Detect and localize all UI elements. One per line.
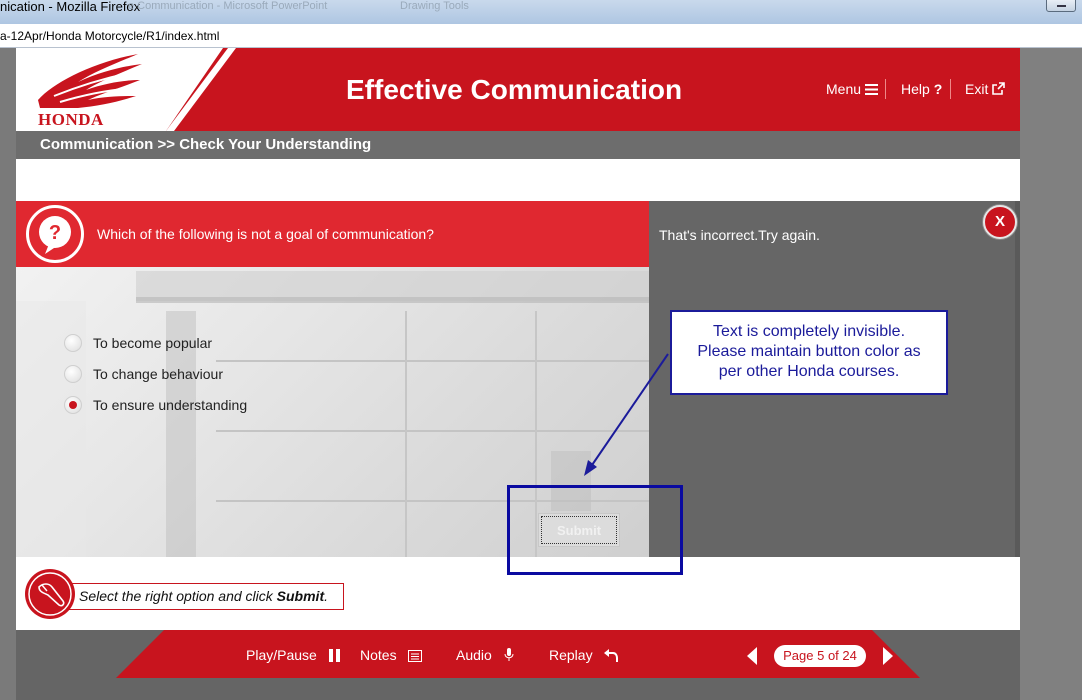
hamburger-icon (864, 84, 878, 95)
instruction-suffix: . (324, 588, 329, 604)
replay-label: Replay (549, 647, 593, 663)
notes-button[interactable]: Notes (360, 647, 423, 663)
logo-panel: HONDA (16, 48, 223, 131)
course-title: Effective Communication (346, 74, 683, 105)
minimize-button[interactable] (1046, 0, 1076, 12)
previous-page-icon[interactable] (747, 647, 757, 665)
pause-icon (328, 649, 340, 662)
breadcrumb-bar: Communication >> Check Your Understandin… (16, 131, 1020, 159)
option-radio[interactable] (64, 365, 82, 383)
help-label: Help (901, 81, 930, 97)
notes-label: Notes (360, 647, 397, 663)
question-text: Which of the following is not a goal of … (97, 226, 434, 242)
review-highlight-box (507, 485, 683, 575)
option-label: To become popular (93, 335, 213, 351)
background-tab-title: e Communication - Microsoft PowerPoint (128, 0, 328, 12)
next-page-icon[interactable] (883, 647, 893, 665)
help-button[interactable]: Help ? (901, 81, 942, 97)
close-feedback-button[interactable]: X (983, 205, 1017, 239)
breadcrumb: Communication >> Check Your Understandin… (40, 136, 372, 153)
audio-label: Audio (456, 647, 492, 663)
play-pause-label: Play/Pause (246, 647, 317, 663)
external-link-icon (992, 82, 1006, 95)
option-label: To ensure understanding (93, 397, 248, 413)
instruction-bold: Submit (276, 588, 325, 604)
option-label: To change behaviour (93, 366, 223, 382)
callout-line: per other Honda courses. (718, 363, 900, 380)
content-spacer (16, 159, 1020, 201)
replay-button[interactable]: Replay (549, 647, 619, 663)
question-header: ? Which of the following is not a goal o… (16, 201, 649, 267)
option-radio-selected[interactable] (64, 396, 82, 414)
address-bar[interactable]: a-12Apr/Honda Motorcycle/R1/index.html (0, 24, 1082, 48)
callout-line: Please maintain button color as (697, 343, 921, 360)
question-mark-icon: ? (933, 81, 943, 97)
mouse-click-icon (25, 569, 75, 619)
review-callout: Text is completely invisible. Please mai… (670, 310, 948, 395)
page-indicator: Page 5 of 24 (774, 645, 866, 667)
background-tab-title: Drawing Tools (400, 0, 469, 12)
feedback-text: That's incorrect.Try again. (659, 227, 820, 243)
exit-button[interactable]: Exit (965, 81, 1006, 97)
honda-logo-text: HONDA (38, 110, 104, 129)
question-bubble-icon: ? (26, 205, 84, 263)
menu-button[interactable]: Menu (826, 81, 878, 97)
page-gutter (1020, 48, 1082, 700)
svg-text:?: ? (49, 222, 61, 244)
browser-titlebar: nication - Mozilla Firefox e Communicati… (0, 0, 1082, 24)
menu-label: Menu (826, 81, 862, 97)
url-text: a-12Apr/Honda Motorcycle/R1/index.html (0, 29, 220, 43)
microphone-icon (504, 648, 514, 661)
player-footer: Play/Pause Notes Audio Replay Page 5 of … (16, 630, 1020, 700)
option-radio[interactable] (64, 334, 82, 352)
course-header: HONDA Effective Communication Menu Help … (16, 48, 1020, 131)
replay-icon (604, 649, 619, 662)
honda-wing-logo-icon (38, 54, 142, 108)
window-title: nication - Mozilla Firefox (0, 0, 141, 14)
exit-label: Exit (965, 81, 989, 97)
play-pause-button[interactable]: Play/Pause (246, 647, 341, 663)
callout-line: Text is completely invisible. (712, 323, 906, 340)
instruction-text: Select the right option and click Submit… (66, 583, 344, 610)
footer-controls: Play/Pause Notes Audio Replay Page 5 of … (116, 630, 920, 678)
instruction-prefix: Select the right option and click (79, 588, 277, 604)
notes-icon (408, 650, 423, 662)
audio-button[interactable]: Audio (456, 647, 514, 663)
